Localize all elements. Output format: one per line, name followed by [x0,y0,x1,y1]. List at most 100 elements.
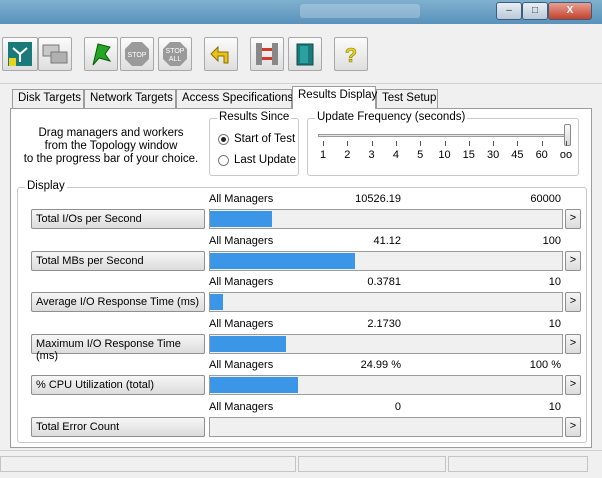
metric-max-value: 10 [548,317,561,330]
slider-tick-label: 3 [368,149,375,161]
disconnect-button[interactable] [250,37,284,71]
slider-tick-label: oo [559,149,573,161]
metric-max-value: 60000 [530,193,561,205]
reset-workers-button[interactable] [204,37,238,71]
slider-tick-label: 30 [486,149,500,161]
slider-tick [444,141,446,146]
metric-row: Maximum I/O Response Time (ms) All Manage… [11,317,593,362]
metric-progress-bar [209,375,563,395]
slider-tick-label: 2 [344,149,351,161]
metric-detail-button[interactable]: > [565,416,581,437]
tab-access-specifications[interactable]: Access Specifications [176,89,293,108]
stop-all-button[interactable]: STOP ALL [158,37,192,71]
svg-text:ALL: ALL [169,56,182,63]
metric-select-button[interactable]: % CPU Utilization (total) [31,375,205,395]
metric-select-button[interactable]: Maximum I/O Response Time (ms) [31,333,205,362]
slider-tick-label: 10 [438,149,451,161]
results-since-group: Results Since Start of Test Last Update [209,111,299,176]
maximize-button[interactable]: □ [522,2,548,20]
metric-detail-button[interactable]: > [565,250,581,271]
tab-disk-targets[interactable]: Disk Targets [12,89,84,108]
slider-tick-label: 5 [417,149,424,161]
metric-value: 41.12 [373,234,401,247]
slider-tick [395,141,397,146]
metric-row: Total I/Os per Second All Managers 10526.1… [11,193,593,235]
metric-detail-button[interactable]: > [565,209,581,229]
metric-progress-fill [210,211,272,227]
tab-results-display[interactable]: Results Display [292,86,377,109]
topology-button[interactable] [2,37,38,71]
metric-progress-fill [210,252,355,269]
help-button[interactable]: ? [334,37,368,71]
slider-tick [371,141,373,146]
status-bar [0,450,602,478]
radio-start-of-test[interactable]: Start of Test [218,133,295,145]
metric-row: Total Error Count All Managers 0 10 > [11,401,593,443]
status-segment [298,456,446,472]
status-segment [448,456,588,472]
radio-selected-dot [221,136,226,142]
slider-tick [566,141,567,146]
svg-text:?: ? [345,45,357,67]
metric-max-value: 10 [548,276,561,288]
exit-button[interactable] [288,37,322,71]
update-frequency-slider-track[interactable] [318,134,568,137]
stop-all-icon: STOP ALL [163,42,187,66]
metric-row: Average I/O Response Time (ms) All Manage… [11,276,593,318]
disconnect-icon [256,43,278,65]
metric-detail-button[interactable]: > [565,292,581,312]
results-since-title: Results Since [217,111,292,123]
tab-network-targets[interactable]: Network Targets [84,89,176,108]
update-frequency-group: Update Frequency (seconds) 1 2 3 4 5 10 15 30 45… [307,111,579,176]
slider-tick [541,141,543,146]
update-frequency-title: Update Frequency (seconds) [315,111,468,123]
metric-select-button[interactable]: Total Error Count [31,416,205,437]
title-bar-blurred-area [300,4,420,18]
tab-test-setup[interactable]: Test Setup [376,89,438,108]
metric-progress-bar [209,250,563,271]
metric-source-label: All Managers [209,400,274,413]
copy-worker-button[interactable] [38,37,72,71]
instructions-text: Drag managers and workers from the Topol… [23,127,199,165]
copy-worker-icon [42,44,68,64]
metric-value: 0.3781 [367,276,401,288]
radio-circle [218,154,229,166]
close-button[interactable]: X [548,2,592,20]
radio-circle [218,133,229,145]
stop-button[interactable]: STOP [120,37,154,71]
metric-progress-fill [210,335,286,352]
metric-value: 0 [394,400,401,413]
slider-tick-label: 1 [319,149,327,161]
radio-start-of-test-label: Start of Test [234,133,296,145]
slider-tick [347,141,349,146]
status-segment [0,456,296,472]
slider-tick [420,141,422,146]
svg-text:STOP: STOP [128,52,147,59]
topology-icon [8,42,32,66]
metric-progress-fill [210,377,298,393]
metric-select-button[interactable]: Total I/Os per Second [31,209,205,229]
slider-tick-label: 60 [535,149,548,161]
radio-last-update[interactable]: Last Update [218,154,296,166]
slider-tick [517,141,519,146]
stop-icon: STOP [125,42,149,66]
radio-last-update-label: Last Update [234,154,297,166]
metric-source-label: All Managers [209,359,274,371]
help-icon: ? [345,45,358,67]
metric-select-button[interactable]: Total MBs per Second [31,250,205,271]
reset-arrow-icon [210,45,229,64]
metric-max-value: 100 % [529,359,561,371]
metric-progress-bar [209,416,563,437]
start-flag-icon [92,43,112,66]
metric-source-label: All Managers [209,276,274,288]
metric-detail-button[interactable]: > [565,333,581,354]
start-test-button[interactable] [84,37,118,71]
minimize-button[interactable]: – [496,2,522,20]
slider-tick-label: 45 [511,149,524,161]
metric-select-button[interactable]: Average I/O Response Time (ms) [31,292,205,312]
metric-progress-bar [209,292,563,312]
metric-source-label: All Managers [209,234,274,247]
svg-text:STOP: STOP [166,48,185,55]
metric-detail-button[interactable]: > [565,375,581,395]
slider-tick-label: 15 [462,149,475,161]
